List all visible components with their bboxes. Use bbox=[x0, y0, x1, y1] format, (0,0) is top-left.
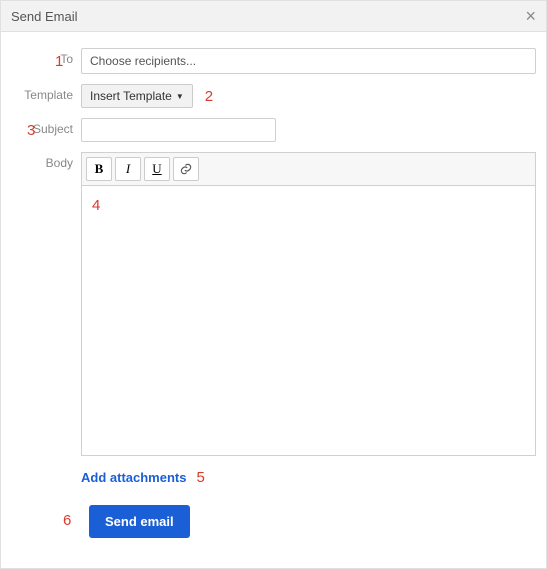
row-to: 1 To bbox=[11, 48, 536, 74]
chevron-down-icon: ▼ bbox=[176, 92, 184, 101]
close-icon[interactable]: × bbox=[525, 7, 536, 25]
row-subject: 3 Subject bbox=[11, 118, 536, 142]
italic-button[interactable]: I bbox=[115, 157, 141, 181]
send-email-button[interactable]: Send email bbox=[89, 505, 190, 538]
annotation-5: 5 bbox=[196, 470, 204, 485]
link-icon bbox=[179, 162, 193, 176]
row-template: Template Insert Template ▼ 2 bbox=[11, 84, 536, 108]
modal-body: 1 To Template Insert Template ▼ 2 3 Subj… bbox=[1, 32, 546, 568]
modal-header: Send Email × bbox=[1, 1, 546, 32]
editor-toolbar: B I U bbox=[81, 152, 536, 186]
modal-title: Send Email bbox=[11, 9, 77, 24]
row-send: 6 Send email bbox=[11, 505, 536, 538]
label-template: Template bbox=[11, 84, 81, 102]
editor-textarea[interactable]: 4 bbox=[81, 186, 536, 456]
bold-button[interactable]: B bbox=[86, 157, 112, 181]
underline-button[interactable]: U bbox=[144, 157, 170, 181]
annotation-2: 2 bbox=[205, 89, 213, 104]
row-body: Body B I U 4 bbox=[11, 152, 536, 456]
insert-template-button[interactable]: Insert Template ▼ bbox=[81, 84, 193, 108]
annotation-6: 6 bbox=[63, 513, 71, 528]
subject-input[interactable] bbox=[81, 118, 276, 142]
rich-text-editor: B I U 4 bbox=[81, 152, 536, 456]
annotation-4: 4 bbox=[92, 198, 100, 213]
label-subject: Subject bbox=[11, 118, 81, 136]
label-to: To bbox=[11, 48, 81, 66]
send-email-modal: Send Email × 1 To Template Insert Templa… bbox=[0, 0, 547, 569]
row-attachments: Add attachments 5 bbox=[11, 470, 536, 485]
insert-template-label: Insert Template bbox=[90, 89, 172, 103]
label-body: Body bbox=[11, 152, 81, 170]
link-button[interactable] bbox=[173, 157, 199, 181]
to-input[interactable] bbox=[81, 48, 536, 74]
add-attachments-link[interactable]: Add attachments bbox=[81, 470, 186, 485]
